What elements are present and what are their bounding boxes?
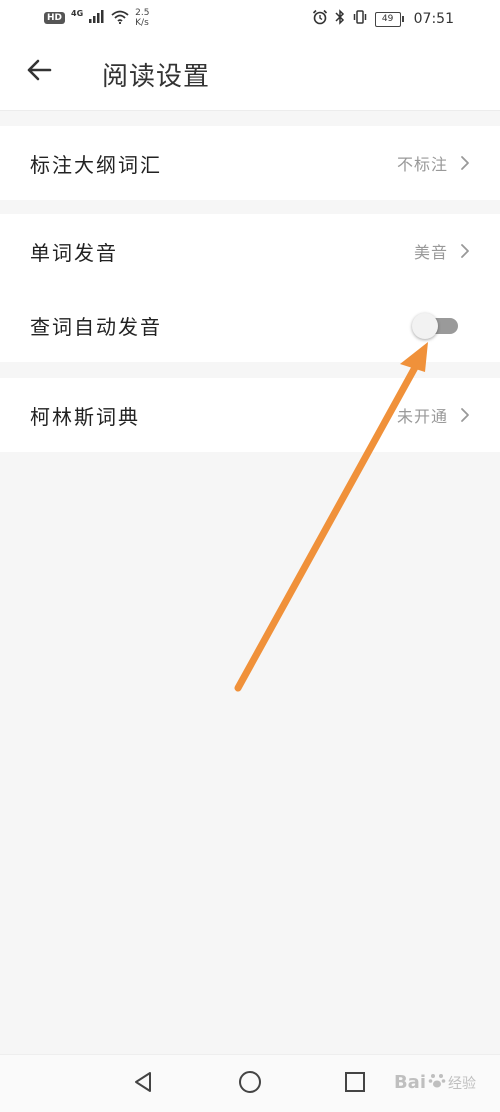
hd-badge: HD (44, 12, 66, 24)
settings-group-dictionary: 柯林斯词典 未开通 (0, 378, 500, 452)
setting-word-pronunciation[interactable]: 单词发音 美音 (0, 214, 500, 288)
bluetooth-icon (335, 9, 345, 29)
network-type: 4G (71, 8, 84, 18)
wifi-icon (111, 10, 129, 27)
chevron-right-icon (456, 242, 474, 260)
toggle-knob (412, 313, 438, 339)
setting-auto-pronounce: 查词自动发音 (0, 288, 500, 362)
setting-label: 查词自动发音 (30, 314, 162, 339)
watermark: Bai 经验 (394, 1071, 476, 1094)
triangle-back-icon (132, 1071, 154, 1097)
settings-group-annotation: 标注大纲词汇 不标注 (0, 126, 500, 200)
nav-home-button[interactable] (235, 1069, 265, 1099)
settings-group-pronunciation: 单词发音 美音 查词自动发音 (0, 214, 500, 362)
page-title: 阅读设置 (102, 62, 211, 92)
watermark-brand: Bai (393, 1072, 426, 1093)
nav-recents-button[interactable] (340, 1069, 370, 1099)
app-header: 阅读设置 (0, 36, 500, 111)
setting-label: 柯林斯词典 (30, 404, 140, 429)
alarm-icon (312, 9, 328, 29)
signal-icon (89, 10, 105, 26)
chevron-right-icon (456, 154, 474, 172)
clock: 07:51 (413, 11, 454, 27)
setting-label: 标注大纲词汇 (30, 152, 162, 177)
auto-pronounce-toggle[interactable] (412, 313, 458, 339)
setting-label: 单词发音 (30, 240, 118, 265)
square-recents-icon (344, 1071, 366, 1097)
vibrate-icon (352, 9, 368, 29)
chevron-right-icon (456, 406, 474, 424)
nav-back-button[interactable] (128, 1069, 158, 1099)
watermark-suffix: 经验 (448, 1075, 476, 1092)
back-button[interactable] (22, 54, 56, 90)
status-bar: HD 4G 2.5 K/s 49 07:51 (0, 0, 500, 36)
setting-syllabus-words[interactable]: 标注大纲词汇 不标注 (0, 126, 500, 200)
system-nav-bar: Bai 经验 (0, 1054, 500, 1112)
arrow-left-icon (26, 58, 52, 86)
status-right: 49 07:51 (312, 9, 454, 29)
speed-value: 2.5 (135, 8, 150, 18)
network-speed: 2.5 K/s (135, 8, 149, 28)
battery-icon: 49 (374, 11, 404, 27)
status-left: HD 4G 2.5 K/s (44, 8, 149, 28)
setting-value: 未开通 (396, 407, 448, 426)
paw-icon (428, 1071, 446, 1094)
speed-unit: K/s (135, 18, 149, 28)
setting-collins-dictionary[interactable]: 柯林斯词典 未开通 (0, 378, 500, 452)
circle-home-icon (238, 1070, 262, 1098)
setting-value: 不标注 (396, 155, 448, 174)
setting-value: 美音 (413, 243, 448, 262)
